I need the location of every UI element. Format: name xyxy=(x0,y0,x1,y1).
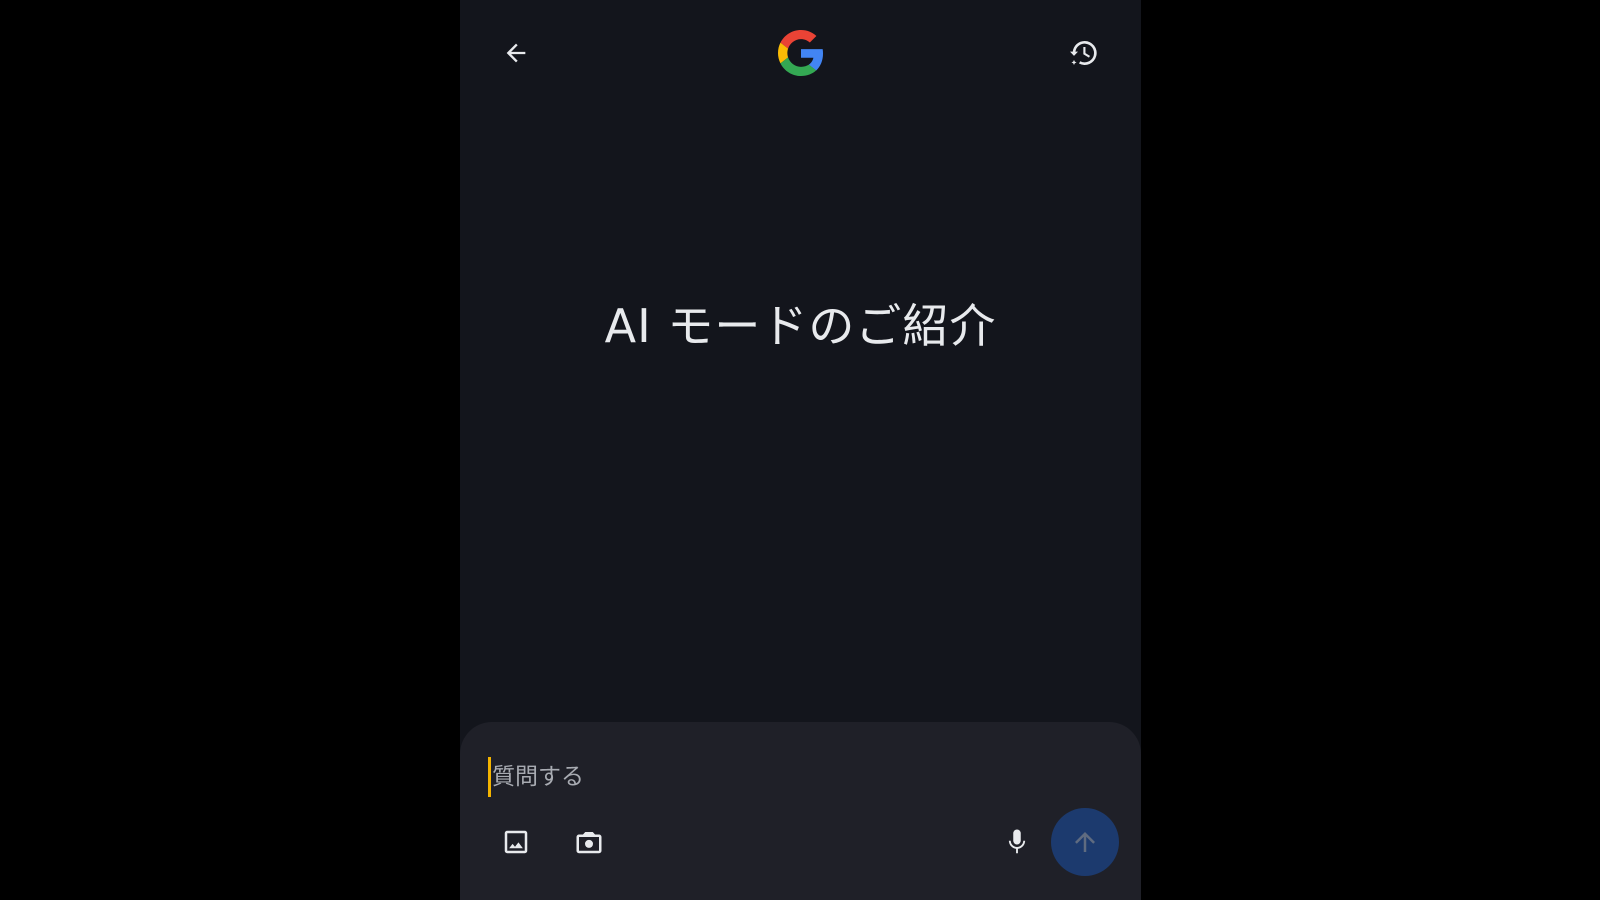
google-g-logo xyxy=(778,30,824,76)
history-button[interactable] xyxy=(1060,29,1108,77)
voice-input-button[interactable] xyxy=(993,818,1041,866)
image-icon xyxy=(504,830,528,854)
text-caret xyxy=(488,757,491,797)
add-image-button[interactable] xyxy=(492,818,540,866)
back-button[interactable] xyxy=(492,29,540,77)
prompt-field[interactable] xyxy=(488,756,1052,798)
camera-button[interactable] xyxy=(565,818,613,866)
prompt-input[interactable] xyxy=(492,764,1052,790)
page-title: AI モードのご紹介 xyxy=(604,299,997,353)
mic-icon xyxy=(1008,829,1026,854)
send-button[interactable] xyxy=(1051,808,1119,876)
top-bar xyxy=(460,0,1141,106)
ai-mode-screen: AI モードのご紹介 xyxy=(460,0,1141,900)
composer-panel xyxy=(460,722,1141,900)
arrow-left-icon xyxy=(506,43,526,63)
camera-icon xyxy=(576,832,602,854)
arrow-up-icon xyxy=(1075,832,1095,852)
history-sparkle-icon xyxy=(1070,40,1097,65)
